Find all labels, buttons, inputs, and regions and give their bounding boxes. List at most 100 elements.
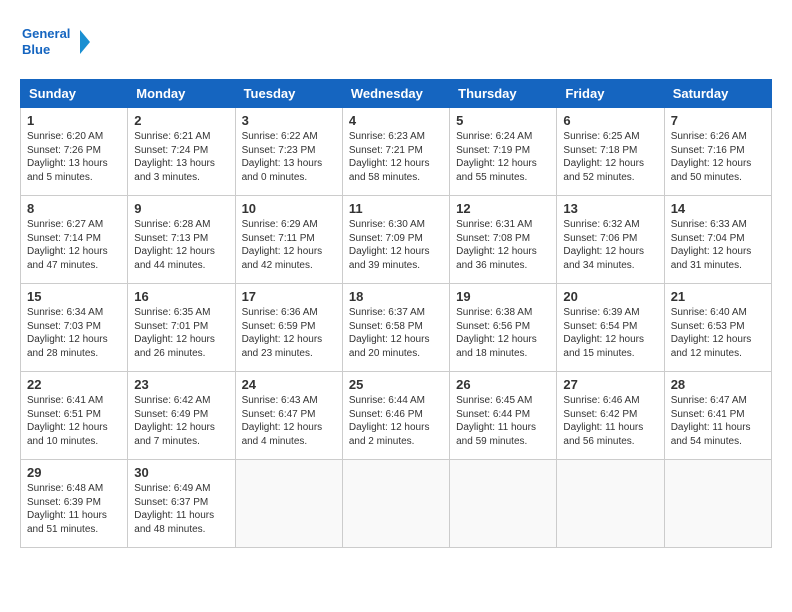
header-saturday: Saturday [664, 80, 771, 108]
cell-daylight-info: Sunrise: 6:26 AMSunset: 7:16 PMDaylight:… [671, 130, 765, 184]
header-thursday: Thursday [450, 80, 557, 108]
cell-daylight-info: Sunrise: 6:28 AMSunset: 7:13 PMDaylight:… [134, 218, 228, 272]
calendar-week-1: 1 Sunrise: 6:20 AMSunset: 7:26 PMDaylight… [21, 108, 772, 196]
day-number: 23 [134, 377, 228, 392]
page-header: General Blue [20, 20, 772, 69]
day-number: 6 [563, 113, 657, 128]
calendar-cell: 21 Sunrise: 6:40 AMSunset: 6:53 PMDayligh… [664, 284, 771, 372]
cell-daylight-info: Sunrise: 6:41 AMSunset: 6:51 PMDaylight:… [27, 394, 121, 448]
cell-daylight-info: Sunrise: 6:23 AMSunset: 7:21 PMDaylight:… [349, 130, 443, 184]
calendar-week-3: 15 Sunrise: 6:34 AMSunset: 7:03 PMDayligh… [21, 284, 772, 372]
calendar-table: SundayMondayTuesdayWednesdayThursdayFrid… [20, 79, 772, 548]
day-number: 9 [134, 201, 228, 216]
cell-daylight-info: Sunrise: 6:29 AMSunset: 7:11 PMDaylight:… [242, 218, 336, 272]
day-number: 7 [671, 113, 765, 128]
calendar-cell: 29 Sunrise: 6:48 AMSunset: 6:39 PMDayligh… [21, 460, 128, 548]
calendar-cell: 8 Sunrise: 6:27 AMSunset: 7:14 PMDaylight… [21, 196, 128, 284]
calendar-cell [342, 460, 449, 548]
logo-text: General Blue [20, 20, 90, 69]
calendar-cell: 14Sunrise: 6:33 AMSunset: 7:04 PMDayligh… [664, 196, 771, 284]
header-sunday: Sunday [21, 80, 128, 108]
calendar-cell: 10 Sunrise: 6:29 AMSunset: 7:11 PMDayligh… [235, 196, 342, 284]
day-number: 28 [671, 377, 765, 392]
day-number: 15 [27, 289, 121, 304]
logo: General Blue [20, 20, 90, 69]
day-number: 25 [349, 377, 443, 392]
logo-svg: General Blue [20, 20, 90, 64]
cell-daylight-info: Sunrise: 6:27 AMSunset: 7:14 PMDaylight:… [27, 218, 121, 272]
day-number: 18 [349, 289, 443, 304]
day-number: 19 [456, 289, 550, 304]
cell-daylight-info: Sunrise: 6:35 AMSunset: 7:01 PMDaylight:… [134, 306, 228, 360]
day-number: 10 [242, 201, 336, 216]
calendar-cell: 11 Sunrise: 6:30 AMSunset: 7:09 PMDayligh… [342, 196, 449, 284]
day-number: 5 [456, 113, 550, 128]
calendar-cell: 3Sunrise: 6:22 AMSunset: 7:23 PMDaylight… [235, 108, 342, 196]
cell-daylight-info: Sunrise: 6:21 AMSunset: 7:24 PMDaylight:… [134, 130, 228, 184]
cell-daylight-info: Sunrise: 6:37 AMSunset: 6:58 PMDaylight:… [349, 306, 443, 360]
cell-daylight-info: Sunrise: 6:38 AMSunset: 6:56 PMDaylight:… [456, 306, 550, 360]
cell-daylight-info: Sunrise: 6:46 AMSunset: 6:42 PMDaylight:… [563, 394, 657, 448]
day-number: 8 [27, 201, 121, 216]
calendar-cell: 17 Sunrise: 6:36 AMSunset: 6:59 PMDayligh… [235, 284, 342, 372]
day-number: 30 [134, 465, 228, 480]
day-number: 1 [27, 113, 121, 128]
calendar-cell: 25 Sunrise: 6:44 AMSunset: 6:46 PMDayligh… [342, 372, 449, 460]
day-number: 26 [456, 377, 550, 392]
calendar-cell: 27 Sunrise: 6:46 AMSunset: 6:42 PMDayligh… [557, 372, 664, 460]
calendar-cell [664, 460, 771, 548]
cell-daylight-info: Sunrise: 6:47 AMSunset: 6:41 PMDaylight:… [671, 394, 765, 448]
cell-daylight-info: Sunrise: 6:22 AMSunset: 7:23 PMDaylight:… [242, 130, 336, 184]
calendar-cell: 20 Sunrise: 6:39 AMSunset: 6:54 PMDayligh… [557, 284, 664, 372]
day-number: 27 [563, 377, 657, 392]
day-number: 16 [134, 289, 228, 304]
day-number: 17 [242, 289, 336, 304]
cell-daylight-info: Sunrise: 6:39 AMSunset: 6:54 PMDaylight:… [563, 306, 657, 360]
day-number: 20 [563, 289, 657, 304]
cell-daylight-info: Sunrise: 6:48 AMSunset: 6:39 PMDaylight:… [27, 482, 121, 536]
cell-daylight-info: Sunrise: 6:42 AMSunset: 6:49 PMDaylight:… [134, 394, 228, 448]
calendar-cell: 22 Sunrise: 6:41 AMSunset: 6:51 PMDayligh… [21, 372, 128, 460]
cell-daylight-info: Sunrise: 6:32 AMSunset: 7:06 PMDaylight:… [563, 218, 657, 272]
calendar-week-4: 22 Sunrise: 6:41 AMSunset: 6:51 PMDayligh… [21, 372, 772, 460]
cell-daylight-info: Sunrise: 6:44 AMSunset: 6:46 PMDaylight:… [349, 394, 443, 448]
calendar-cell: 2 Sunrise: 6:21 AMSunset: 7:24 PMDaylight… [128, 108, 235, 196]
day-number: 14 [671, 201, 765, 216]
cell-daylight-info: Sunrise: 6:31 AMSunset: 7:08 PMDaylight:… [456, 218, 550, 272]
day-number: 11 [349, 201, 443, 216]
cell-daylight-info: Sunrise: 6:40 AMSunset: 6:53 PMDaylight:… [671, 306, 765, 360]
calendar-cell: 16 Sunrise: 6:35 AMSunset: 7:01 PMDayligh… [128, 284, 235, 372]
header-friday: Friday [557, 80, 664, 108]
cell-daylight-info: Sunrise: 6:45 AMSunset: 6:44 PMDaylight:… [456, 394, 550, 448]
calendar-cell: 1 Sunrise: 6:20 AMSunset: 7:26 PMDaylight… [21, 108, 128, 196]
calendar-cell: 24Sunrise: 6:43 AMSunset: 6:47 PMDayligh… [235, 372, 342, 460]
header-wednesday: Wednesday [342, 80, 449, 108]
calendar-cell [557, 460, 664, 548]
calendar-cell: 28 Sunrise: 6:47 AMSunset: 6:41 PMDayligh… [664, 372, 771, 460]
calendar-cell [450, 460, 557, 548]
cell-daylight-info: Sunrise: 6:24 AMSunset: 7:19 PMDaylight:… [456, 130, 550, 184]
calendar-cell: 26 Sunrise: 6:45 AMSunset: 6:44 PMDayligh… [450, 372, 557, 460]
calendar-cell: 5 Sunrise: 6:24 AMSunset: 7:19 PMDaylight… [450, 108, 557, 196]
day-number: 2 [134, 113, 228, 128]
calendar-cell: 12 Sunrise: 6:31 AMSunset: 7:08 PMDayligh… [450, 196, 557, 284]
cell-daylight-info: Sunrise: 6:30 AMSunset: 7:09 PMDaylight:… [349, 218, 443, 272]
calendar-week-5: 29 Sunrise: 6:48 AMSunset: 6:39 PMDayligh… [21, 460, 772, 548]
cell-daylight-info: Sunrise: 6:43 AMSunset: 6:47 PMDaylight:… [242, 394, 336, 448]
calendar-cell: 18 Sunrise: 6:37 AMSunset: 6:58 PMDayligh… [342, 284, 449, 372]
calendar-cell: 9 Sunrise: 6:28 AMSunset: 7:13 PMDaylight… [128, 196, 235, 284]
cell-daylight-info: Sunrise: 6:34 AMSunset: 7:03 PMDaylight:… [27, 306, 121, 360]
cell-daylight-info: Sunrise: 6:49 AMSunset: 6:37 PMDaylight:… [134, 482, 228, 536]
day-number: 29 [27, 465, 121, 480]
day-number: 21 [671, 289, 765, 304]
calendar-cell: 15 Sunrise: 6:34 AMSunset: 7:03 PMDayligh… [21, 284, 128, 372]
cell-daylight-info: Sunrise: 6:36 AMSunset: 6:59 PMDaylight:… [242, 306, 336, 360]
calendar-cell: 23 Sunrise: 6:42 AMSunset: 6:49 PMDayligh… [128, 372, 235, 460]
calendar-cell [235, 460, 342, 548]
cell-daylight-info: Sunrise: 6:20 AMSunset: 7:26 PMDaylight:… [27, 130, 121, 184]
calendar-cell: 13Sunrise: 6:32 AMSunset: 7:06 PMDayligh… [557, 196, 664, 284]
calendar-header-row: SundayMondayTuesdayWednesdayThursdayFrid… [21, 80, 772, 108]
day-number: 22 [27, 377, 121, 392]
svg-text:Blue: Blue [22, 42, 50, 57]
day-number: 12 [456, 201, 550, 216]
